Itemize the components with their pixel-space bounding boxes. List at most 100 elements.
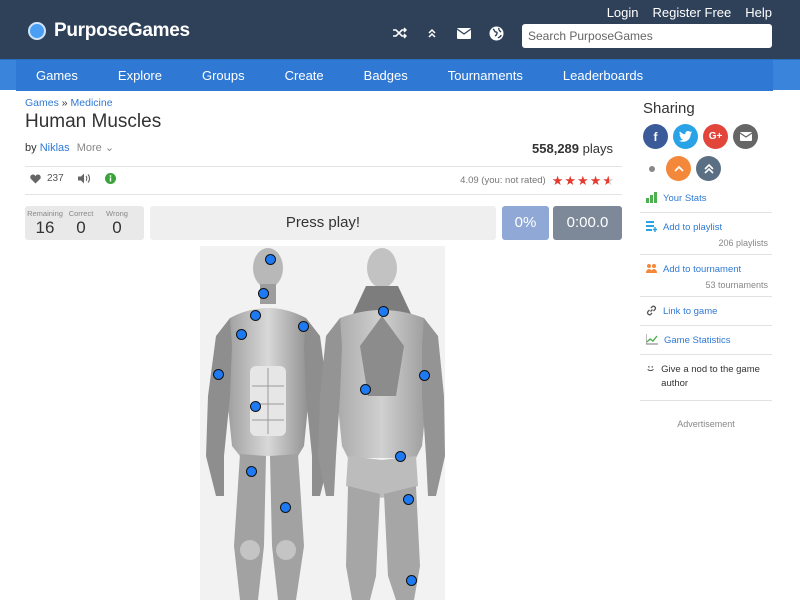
logo-icon bbox=[28, 22, 46, 40]
byline: by Niklas More ⌄ bbox=[25, 141, 114, 154]
muscle-pin[interactable] bbox=[280, 502, 291, 513]
wrong-label: Wrong bbox=[106, 209, 128, 218]
nav-explore[interactable]: Explore bbox=[98, 60, 182, 91]
sidebar: Sharing f G+ Your Stats Add to playlist … bbox=[640, 96, 772, 429]
star-icon: ★ bbox=[551, 173, 564, 188]
game-actions: 237 bbox=[30, 173, 116, 184]
muscle-pin[interactable] bbox=[236, 329, 247, 340]
nav-tournaments[interactable]: Tournaments bbox=[428, 60, 543, 91]
muscle-pin[interactable] bbox=[395, 451, 406, 462]
nav-games[interactable]: Games bbox=[16, 60, 98, 91]
more-dropdown[interactable]: More ⌄ bbox=[77, 142, 114, 154]
sidebar-item-add-to-tournament[interactable]: Add to tournament 53 tournaments bbox=[640, 255, 772, 297]
main-nav: Games Explore Groups Create Badges Tourn… bbox=[0, 59, 800, 91]
envelope-icon[interactable] bbox=[456, 25, 472, 41]
muscle-pin[interactable] bbox=[403, 494, 414, 505]
remaining-count: 16 bbox=[35, 218, 55, 237]
share-buttons: f G+ bbox=[643, 124, 772, 149]
playlist-icon bbox=[646, 221, 657, 232]
google-plus-icon[interactable]: G+ bbox=[703, 124, 728, 149]
remaining-label: Remaining bbox=[27, 209, 63, 218]
sidebar-item-label: Game Statistics bbox=[664, 335, 731, 346]
muscle-pin[interactable] bbox=[378, 306, 389, 317]
facebook-icon[interactable]: f bbox=[643, 124, 668, 149]
sidebar-item-your-stats[interactable]: Your Stats bbox=[640, 184, 772, 213]
chevron-up-icon[interactable] bbox=[424, 25, 440, 41]
rating-stars[interactable]: ★ ★ ★ ★ ★ bbox=[552, 174, 614, 187]
scoreboard: Remaining 16 Correct 0 Wrong 0 bbox=[25, 206, 144, 240]
muscle-diagram bbox=[200, 246, 445, 600]
rating-text: 4.09 (you: not rated) bbox=[460, 175, 546, 186]
help-link[interactable]: Help bbox=[745, 5, 772, 20]
correct-count: 0 bbox=[76, 218, 86, 237]
muscle-pin[interactable] bbox=[406, 575, 417, 586]
breadcrumb-games[interactable]: Games bbox=[25, 97, 59, 109]
star-icon: ★ bbox=[564, 173, 577, 188]
more-label: More bbox=[76, 142, 102, 154]
bar-chart-icon bbox=[646, 192, 657, 203]
like-count: 237 bbox=[47, 173, 64, 184]
muscle-pin[interactable] bbox=[419, 370, 430, 381]
tournament-count: 53 tournaments bbox=[705, 280, 768, 290]
percent-score: 0% bbox=[502, 206, 549, 240]
press-play-button[interactable]: Press play! bbox=[150, 206, 496, 240]
chevron-down-icon: ⌄ bbox=[104, 142, 115, 154]
search-input[interactable] bbox=[522, 24, 772, 48]
plays-label: plays bbox=[582, 141, 613, 156]
muscle-pin[interactable] bbox=[258, 288, 269, 299]
share-buttons-2 bbox=[643, 156, 772, 181]
star-icon: ★ bbox=[577, 173, 589, 188]
muscle-pin[interactable] bbox=[265, 254, 276, 265]
chevron-up-icon[interactable] bbox=[666, 156, 691, 181]
plays-number: 558,289 bbox=[532, 141, 580, 156]
top-header: PurposeGames Login Register Free Help bbox=[0, 0, 800, 59]
page-title: Human Muscles bbox=[25, 111, 162, 132]
nav-leaderboards[interactable]: Leaderboards bbox=[543, 60, 663, 91]
double-chevron-up-icon[interactable] bbox=[696, 156, 721, 181]
sidebar-item-label: Link to game bbox=[663, 306, 718, 317]
tournament-icon bbox=[646, 264, 657, 273]
sharing-title: Sharing bbox=[643, 100, 695, 117]
twitter-icon[interactable] bbox=[673, 124, 698, 149]
like-button[interactable]: 237 bbox=[30, 173, 64, 184]
muscle-pin[interactable] bbox=[250, 310, 261, 321]
author-link[interactable]: Niklas bbox=[40, 142, 70, 154]
site-logo[interactable]: PurposeGames bbox=[28, 20, 190, 42]
muscle-pin[interactable] bbox=[246, 466, 257, 477]
info-icon[interactable] bbox=[104, 173, 116, 184]
email-share-icon[interactable] bbox=[733, 124, 758, 149]
breadcrumb: Games » Medicine bbox=[25, 97, 113, 109]
login-link[interactable]: Login bbox=[607, 5, 639, 20]
breadcrumb-medicine[interactable]: Medicine bbox=[71, 97, 113, 109]
speaker-icon[interactable] bbox=[77, 173, 91, 184]
sidebar-menu: Your Stats Add to playlist 206 playlists… bbox=[640, 184, 772, 429]
half-star-icon: ★ bbox=[602, 173, 614, 188]
sidebar-item-add-to-playlist[interactable]: Add to playlist 206 playlists bbox=[640, 213, 772, 255]
link-icon bbox=[646, 305, 657, 316]
sidebar-item-link-to-game[interactable]: Link to game bbox=[640, 297, 772, 326]
sidebar-item-give-a-nod[interactable]: Give a nod to the game author bbox=[640, 355, 772, 401]
register-link[interactable]: Register Free bbox=[653, 5, 732, 20]
star-icon: ★ bbox=[589, 173, 602, 188]
sidebar-item-label: Your Stats bbox=[663, 193, 707, 204]
globe-icon[interactable] bbox=[488, 25, 504, 41]
heart-icon bbox=[30, 174, 41, 183]
muscle-pin[interactable] bbox=[213, 369, 224, 380]
muscle-pin[interactable] bbox=[360, 384, 371, 395]
breadcrumb-separator: » bbox=[61, 97, 68, 109]
sidebar-item-game-statistics[interactable]: Game Statistics bbox=[640, 326, 772, 355]
timer: 0:00.0 bbox=[553, 206, 622, 240]
wrong-box: Wrong 0 bbox=[97, 206, 137, 237]
wrong-count: 0 bbox=[112, 218, 122, 237]
nav-create[interactable]: Create bbox=[265, 60, 344, 91]
nav-badges[interactable]: Badges bbox=[344, 60, 428, 91]
logo-text: PurposeGames bbox=[54, 20, 190, 41]
nav-groups[interactable]: Groups bbox=[182, 60, 265, 91]
rating: 4.09 (you: not rated) ★ ★ ★ ★ ★ bbox=[460, 174, 614, 187]
line-chart-icon bbox=[646, 334, 658, 345]
muscle-pin[interactable] bbox=[298, 321, 309, 332]
game-image bbox=[200, 246, 445, 600]
muscle-pin[interactable] bbox=[250, 401, 261, 412]
shuffle-icon[interactable] bbox=[392, 25, 408, 41]
sidebar-item-label: Add to playlist bbox=[663, 222, 723, 233]
